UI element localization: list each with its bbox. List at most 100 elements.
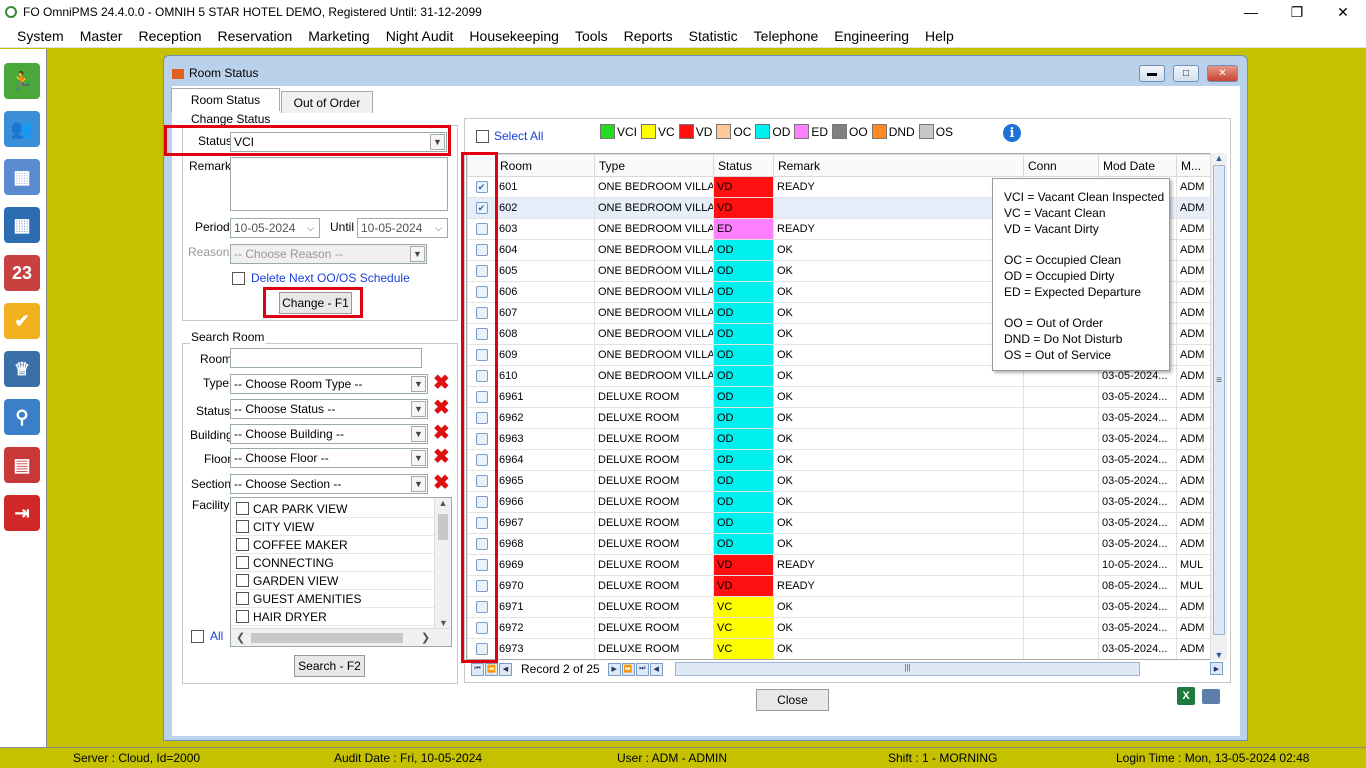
prev-page-icon[interactable]: ⏪ (485, 662, 498, 676)
dialog-close-x-button[interactable]: ✕ (1207, 65, 1238, 82)
dialog-minimize-button[interactable]: ▬ (1139, 65, 1165, 82)
clear-section-icon[interactable]: ✖ (433, 473, 450, 493)
menu-night-audit[interactable]: Night Audit (378, 24, 462, 48)
row-checkbox[interactable] (475, 538, 488, 551)
checkbox-box[interactable] (236, 610, 249, 623)
table-row[interactable]: 6963 DELUXE ROOM OD OK 03-05-2024... ADM (467, 428, 1210, 450)
grid-hscroll-thumb[interactable]: ||| (675, 662, 1140, 676)
row-checkbox[interactable]: ✔ (475, 181, 488, 194)
checkbox-box[interactable] (476, 129, 489, 143)
row-checkbox[interactable] (475, 517, 488, 530)
menu-reservation[interactable]: Reservation (210, 24, 301, 48)
remark-textarea[interactable] (230, 157, 448, 211)
logout-icon[interactable]: ⇥ (4, 495, 40, 531)
hscroll-thumb[interactable] (251, 633, 403, 643)
close-button[interactable]: Close (756, 689, 829, 711)
search-f2-button[interactable]: Search - F2 (294, 655, 365, 677)
row-checkbox[interactable] (475, 412, 488, 425)
scroll-left-icon[interactable]: ❮ (236, 631, 245, 644)
close-window-button[interactable]: ✕ (1320, 0, 1366, 24)
clear-status-icon[interactable]: ✖ (433, 398, 450, 418)
table-row[interactable]: 6968 DELUXE ROOM OD OK 03-05-2024... ADM (467, 533, 1210, 555)
checkbox-box[interactable] (236, 592, 249, 605)
facility-scrollbar[interactable]: ▲ ▼ (434, 498, 451, 628)
grid-scroll-thumb[interactable]: ≡ (1213, 165, 1225, 635)
table-row[interactable]: 6964 DELUXE ROOM OD OK 03-05-2024... ADM (467, 449, 1210, 471)
badge-check-icon[interactable]: ✔ (4, 303, 40, 339)
checkbox-box[interactable] (232, 271, 245, 285)
row-checkbox-cell[interactable] (467, 239, 496, 261)
tab-room-status[interactable]: Room Status (171, 88, 280, 111)
facility-item[interactable]: GARDEN VIEW (231, 572, 435, 590)
print-icon[interactable] (1202, 689, 1220, 704)
row-checkbox-cell[interactable] (467, 428, 496, 450)
row-checkbox[interactable] (475, 391, 488, 404)
floor-plan-icon[interactable]: ▦ (4, 159, 40, 195)
row-checkbox[interactable] (475, 496, 488, 509)
row-checkbox[interactable] (475, 622, 488, 635)
scroll-left-icon[interactable]: ◀ (649, 662, 663, 676)
menu-telephone[interactable]: Telephone (746, 24, 827, 48)
room-type-select[interactable]: -- Choose Room Type -- ▼ (230, 374, 428, 394)
table-row[interactable]: 6965 DELUXE ROOM OD OK 03-05-2024... ADM (467, 470, 1210, 492)
tab-out-of-order[interactable]: Out of Order (281, 91, 373, 113)
select-all-checkbox[interactable]: Select All (476, 129, 543, 143)
dialog-maximize-button[interactable]: □ (1173, 65, 1199, 82)
facility-item[interactable]: CONNECTING (231, 554, 435, 572)
scroll-up-icon[interactable]: ▲ (435, 498, 451, 514)
menu-tools[interactable]: Tools (567, 24, 616, 48)
menu-reception[interactable]: Reception (130, 24, 209, 48)
facility-item[interactable]: CITY VIEW (231, 518, 435, 536)
housekeeping-icon[interactable]: ♕ (4, 351, 40, 387)
row-checkbox-cell[interactable] (467, 344, 496, 366)
row-checkbox-cell[interactable] (467, 554, 496, 576)
calendar-grid-icon[interactable]: ▦ (4, 207, 40, 243)
row-checkbox[interactable] (475, 244, 488, 257)
table-row[interactable]: 6967 DELUXE ROOM OD OK 03-05-2024... ADM (467, 512, 1210, 534)
row-checkbox[interactable] (475, 265, 488, 278)
facility-item[interactable]: CAR PARK VIEW (231, 500, 435, 518)
row-checkbox-cell[interactable] (467, 617, 496, 639)
scroll-right-icon[interactable]: ▶ (1210, 662, 1223, 675)
row-checkbox-cell[interactable] (467, 533, 496, 555)
table-row[interactable]: 6970 DELUXE ROOM VD READY 08-05-2024... MUL (467, 575, 1210, 597)
grid-vscrollbar[interactable]: ▲ ≡ ▼ (1210, 153, 1227, 660)
row-checkbox-cell[interactable]: ✔ (467, 176, 496, 198)
row-checkbox-cell[interactable] (467, 260, 496, 282)
room-input[interactable] (230, 348, 422, 368)
column-header[interactable]: Conn (1023, 154, 1099, 177)
search-status-select[interactable]: -- Choose Status -- ▼ (230, 399, 428, 419)
menu-engineering[interactable]: Engineering (826, 24, 917, 48)
next-page-icon[interactable]: ⏩ (621, 662, 635, 676)
menu-help[interactable]: Help (917, 24, 962, 48)
table-row[interactable]: 6969 DELUXE ROOM VD READY 10-05-2024... MUL (467, 554, 1210, 576)
row-checkbox-cell[interactable] (467, 302, 496, 324)
menu-reports[interactable]: Reports (616, 24, 681, 48)
row-checkbox[interactable] (475, 559, 488, 572)
floor-select[interactable]: -- Choose Floor -- ▼ (230, 448, 428, 468)
row-checkbox[interactable] (475, 475, 488, 488)
row-checkbox[interactable] (475, 580, 488, 593)
info-icon[interactable]: i (1003, 124, 1021, 142)
walk-in-icon[interactable]: 🏃 (4, 63, 40, 99)
facility-hscrollbar[interactable]: ❮ ❯ (231, 628, 451, 646)
row-checkbox[interactable] (475, 643, 488, 656)
table-row[interactable]: 6962 DELUXE ROOM OD OK 03-05-2024... ADM (467, 407, 1210, 429)
scroll-down-icon[interactable]: ▼ (1211, 650, 1227, 660)
row-checkbox[interactable]: ✔ (475, 202, 488, 215)
restore-window-button[interactable]: ❐ (1274, 0, 1320, 24)
clear-floor-icon[interactable]: ✖ (433, 447, 450, 467)
row-checkbox-cell[interactable]: ✔ (467, 197, 496, 219)
table-row[interactable]: 6966 DELUXE ROOM OD OK 03-05-2024... ADM (467, 491, 1210, 513)
first-page-icon[interactable]: ⏮ (471, 662, 484, 676)
row-checkbox[interactable] (475, 601, 488, 614)
chart-icon[interactable]: ▤ (4, 447, 40, 483)
facility-item[interactable]: COFFEE MAKER (231, 536, 435, 554)
row-checkbox[interactable] (475, 433, 488, 446)
checkbox-box[interactable] (236, 520, 249, 533)
checkbox-box[interactable] (236, 502, 249, 515)
row-checkbox[interactable] (475, 307, 488, 320)
menu-statistic[interactable]: Statistic (681, 24, 746, 48)
row-checkbox-cell[interactable] (467, 575, 496, 597)
facility-list[interactable]: CAR PARK VIEW CITY VIEW COFFEE MAKER CONNEC… (230, 497, 452, 647)
